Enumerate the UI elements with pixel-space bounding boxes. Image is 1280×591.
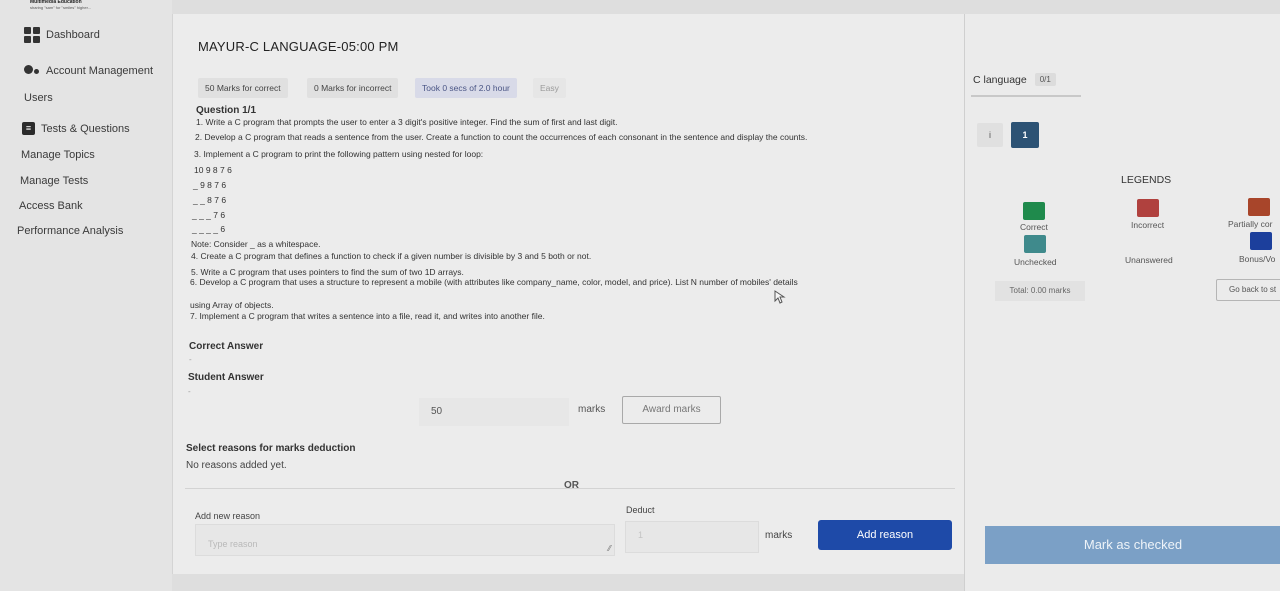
correct-answer-label: Correct Answer [189, 341, 264, 352]
sidebar-item-access-bank[interactable]: Access Bank [19, 200, 83, 212]
reason-textarea[interactable]: Type reason ⁄⁄ [195, 524, 615, 556]
reasons-empty-text: No reasons added yet. [186, 460, 287, 471]
sidebar-item-dashboard[interactable]: Dashboard [24, 27, 100, 43]
question-line: _ _ _ _ 6 [192, 224, 226, 234]
total-marks: Total: 0.00 marks [995, 281, 1085, 301]
sidebar-item-label: Tests & Questions [41, 122, 130, 135]
deduct-label: Deduct [626, 505, 655, 515]
legend-incorrect-swatch [1137, 199, 1159, 217]
page-title: MAYUR-C LANGUAGE-05:00 PM [198, 39, 399, 54]
question-line: using Array of objects. [190, 300, 274, 310]
legend-correct-label: Correct [1020, 222, 1048, 232]
sidebar-item-account-management[interactable]: Account Management [24, 65, 153, 77]
student-answer-value: - [188, 387, 191, 396]
question-number-button[interactable]: 1 [1011, 122, 1039, 148]
or-label: OR [564, 480, 579, 491]
question-line: 3. Implement a C program to print the fo… [194, 149, 484, 159]
marks-correct-chip: 50 Marks for correct [198, 78, 288, 98]
sidebar-item-performance-analysis[interactable]: Performance Analysis [17, 225, 123, 237]
student-answer-label: Student Answer [188, 372, 264, 383]
legend-incorrect-label: Incorrect [1131, 220, 1165, 230]
sidebar-item-manage-topics[interactable]: Manage Topics [21, 149, 95, 161]
tab-underline [971, 95, 1081, 97]
tests-icon: ≡ [22, 122, 35, 135]
question-line: 1. Write a C program that prompts the us… [196, 117, 618, 127]
sidebar-item-tests-questions[interactable]: ≡ Tests & Questions [22, 122, 130, 135]
question-line: 5. Write a C program that uses pointers … [191, 267, 464, 277]
question-line: 7. Implement a C program that writes a s… [190, 311, 545, 321]
marks-input[interactable]: 50 [419, 398, 569, 426]
question-line: Note: Consider _ as a whitespace. [191, 239, 321, 249]
deduct-input[interactable]: 1 [625, 521, 759, 553]
go-back-button[interactable]: Go back to st [1216, 279, 1280, 301]
marks-label: marks [578, 404, 606, 415]
sidebar-item-label: Access Bank [19, 200, 83, 212]
logo: Multimedia Education sharing "sam" for "… [30, 0, 102, 12]
language-tab-label: C language [973, 73, 1027, 86]
question-line: 4. Create a C program that defines a fun… [191, 251, 592, 261]
sidebar-item-label: Manage Tests [20, 175, 89, 187]
marks-incorrect-chip: 0 Marks for incorrect [307, 78, 399, 98]
reasons-heading: Select reasons for marks deduction [186, 443, 356, 454]
language-count-badge: 0/1 [1034, 73, 1056, 86]
logo-line-2: sharing "sam" for "smiles" higher... [30, 5, 92, 10]
info-button[interactable]: i [977, 123, 1003, 147]
resize-handle-icon[interactable]: ⁄⁄ [608, 544, 611, 553]
time-taken-chip: Took 0 secs of 2.0 hour [415, 78, 517, 98]
legend-partially-correct-label: Partially cor [1228, 219, 1273, 229]
sidebar-item-manage-tests[interactable]: Manage Tests [20, 175, 88, 187]
award-marks-button[interactable]: Award marks [622, 396, 721, 424]
legend-unchecked-swatch [1024, 235, 1046, 253]
legend-correct-swatch [1023, 202, 1045, 220]
legend-bonus-swatch [1250, 232, 1272, 250]
reason-placeholder: Type reason [208, 539, 258, 549]
add-reason-button[interactable]: Add reason [818, 520, 952, 550]
sidebar-item-label: Performance Analysis [17, 225, 124, 237]
sidebar-item-label: Users [24, 92, 53, 104]
legend-unchecked-label: Unchecked [1014, 257, 1057, 267]
question-line: 2. Develop a C program that reads a sent… [195, 132, 808, 142]
dashboard-icon [24, 27, 40, 43]
right-panel: C language 0/1 i 1 LEGENDS Correct Incor… [964, 14, 1280, 591]
question-line: 10 9 8 7 6 [194, 165, 232, 175]
legend-bonus-label: Bonus/Vo [1239, 254, 1276, 264]
deduct-marks-label: marks [765, 530, 793, 541]
question-line: _ _ 8 7 6 [193, 195, 227, 205]
difficulty-chip: Easy [533, 78, 566, 98]
question-line: _ _ _ 7 6 [192, 210, 226, 220]
correct-answer-value: - [189, 355, 192, 364]
sidebar-item-label: Account Management [46, 65, 154, 77]
main-panel: MAYUR-C LANGUAGE-05:00 PM 50 Marks for c… [172, 14, 964, 574]
question-label: Question 1/1 [196, 105, 257, 116]
sidebar: Multimedia Education sharing "sam" for "… [0, 0, 172, 591]
legend-partially-correct-swatch [1248, 198, 1270, 216]
mouse-cursor-icon [774, 290, 786, 304]
sidebar-item-users[interactable]: Users [24, 92, 53, 104]
mark-as-checked-button[interactable]: Mark as checked [985, 526, 1280, 564]
question-line: 6. Develop a C program that uses a struc… [190, 277, 798, 287]
sidebar-item-label: Dashboard [46, 29, 100, 41]
add-new-reason-label: Add new reason [195, 511, 261, 521]
legends-title: LEGENDS [1121, 174, 1172, 186]
tab-c-language[interactable]: C language 0/1 [973, 73, 1056, 86]
legend-unanswered-label: Unanswered [1125, 255, 1173, 265]
account-icon [24, 65, 40, 77]
question-line: _ 9 8 7 6 [193, 180, 227, 190]
sidebar-item-label: Manage Topics [21, 149, 95, 161]
